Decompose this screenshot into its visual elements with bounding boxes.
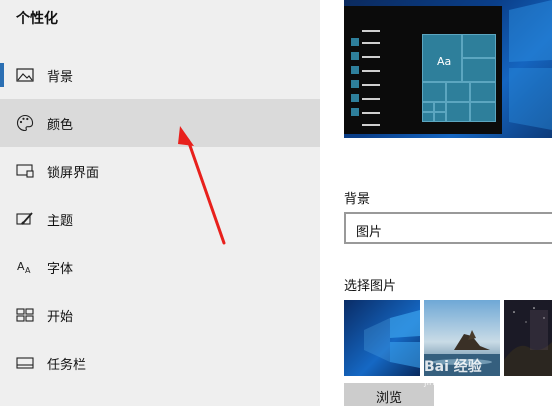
page-title: 个性化 <box>16 11 58 27</box>
taskbar-icon <box>15 353 35 373</box>
desktop-preview: Aa <box>344 0 552 138</box>
sidebar-item-color[interactable]: 颜色 <box>0 99 320 147</box>
background-label: 背景 <box>344 192 371 207</box>
sidebar-item-fonts[interactable]: AA 字体 <box>0 243 320 291</box>
active-indicator <box>0 63 4 87</box>
sidebar-item-label: 字体 <box>47 261 74 277</box>
sidebar-item-lock-screen[interactable]: 锁屏界面 <box>0 147 320 195</box>
theme-brush-icon <box>15 209 35 229</box>
sidebar-item-themes[interactable]: 主题 <box>0 195 320 243</box>
choose-picture-label: 选择图片 <box>344 279 397 294</box>
sidebar-item-label: 颜色 <box>47 117 74 133</box>
sidebar-item-label: 背景 <box>47 69 74 85</box>
sidebar-item-background[interactable]: 背景 <box>0 51 320 99</box>
sidebar: 个性化 背景 颜色 锁屏界面 主题 AA 字体 开始 任务栏 <box>0 0 320 406</box>
browse-button[interactable]: 浏览 <box>344 383 434 406</box>
main-content: Aa 背景 图片 选择图片 浏览 <box>320 0 552 406</box>
sidebar-item-label: 主题 <box>47 213 74 229</box>
wallpaper-thumbnail-night[interactable] <box>504 300 552 376</box>
start-menu-preview: Aa <box>344 6 502 134</box>
background-dropdown[interactable]: 图片 <box>344 212 552 244</box>
font-icon: AA <box>15 257 35 277</box>
svg-text:A: A <box>17 260 25 273</box>
start-tiles-icon <box>15 305 35 325</box>
palette-icon <box>15 113 35 133</box>
dropdown-value: 图片 <box>356 225 383 240</box>
sidebar-item-label: 锁屏界面 <box>47 165 100 181</box>
picture-icon <box>15 65 35 85</box>
tile-large: Aa <box>422 34 462 82</box>
sidebar-item-label: 任务栏 <box>47 357 87 373</box>
svg-text:A: A <box>25 266 31 275</box>
sidebar-item-label: 开始 <box>47 309 74 325</box>
wallpaper-thumbnail-windows[interactable] <box>344 300 420 376</box>
sidebar-item-start[interactable]: 开始 <box>0 291 320 339</box>
lock-screen-icon <box>15 161 35 181</box>
sidebar-item-taskbar[interactable]: 任务栏 <box>0 339 320 387</box>
watermark-url: jingyan.baidu.com <box>424 378 508 388</box>
watermark-logo: Bai 经验 <box>424 359 482 375</box>
